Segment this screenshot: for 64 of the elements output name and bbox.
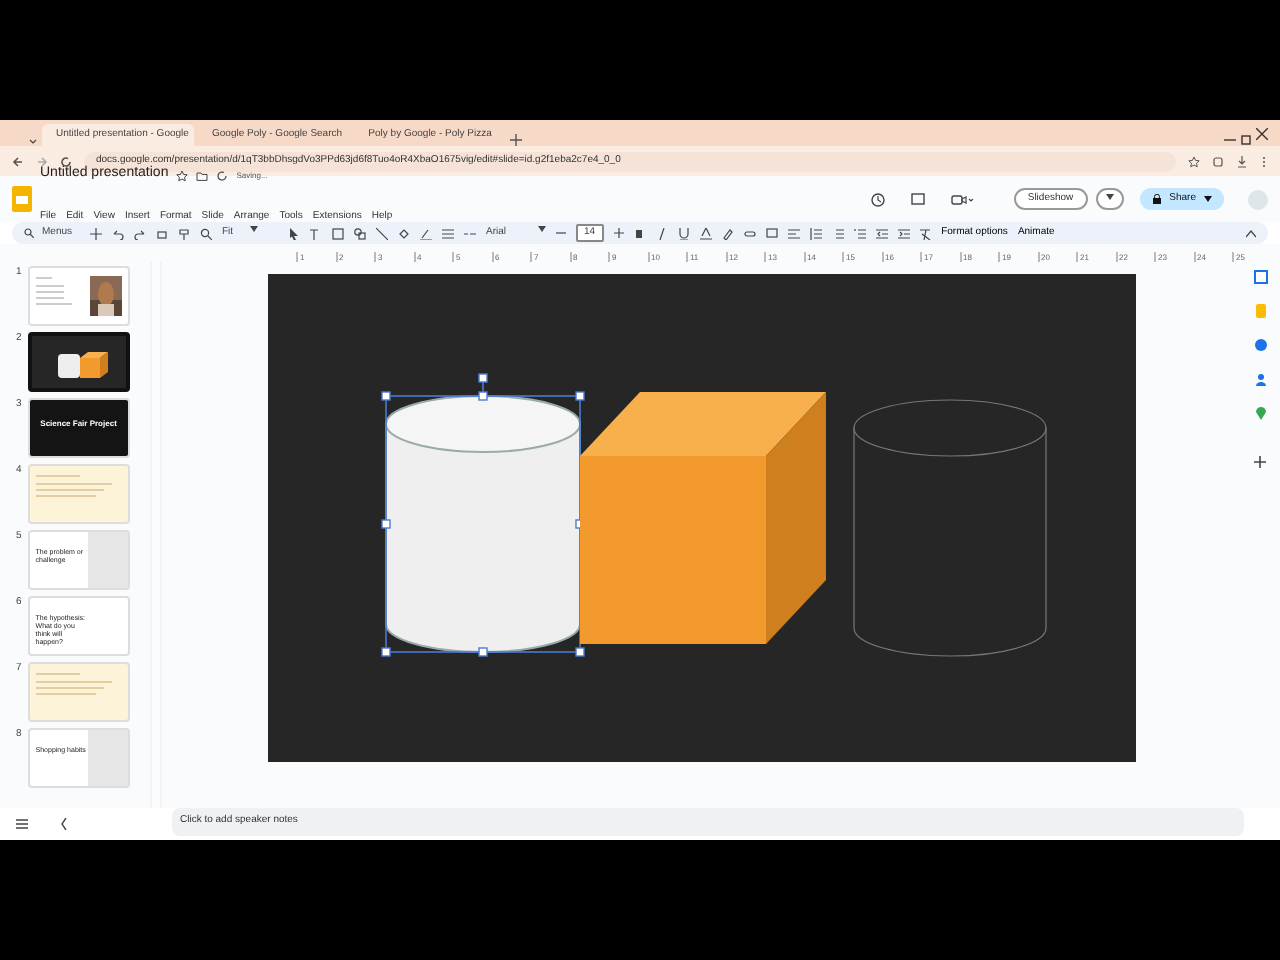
contacts-icon[interactable] — [1253, 372, 1267, 386]
print-icon[interactable] — [156, 227, 168, 239]
add-icon[interactable] — [1254, 456, 1266, 468]
calendar-icon[interactable] — [1253, 270, 1267, 284]
slide-canvas[interactable] — [267, 274, 1135, 762]
download-icon[interactable] — [1236, 155, 1248, 167]
new-tab-icon[interactable] — [510, 134, 522, 146]
reload-icon[interactable] — [60, 155, 72, 167]
star-icon[interactable] — [176, 169, 189, 181]
folder-icon[interactable] — [196, 169, 209, 181]
undo-icon[interactable] — [112, 227, 124, 239]
comment-icon[interactable] — [765, 227, 778, 239]
new-slide-icon[interactable] — [90, 227, 102, 239]
lock-icon — [1151, 194, 1162, 204]
clear-formatting-icon[interactable] — [919, 227, 932, 239]
grid-view-icon[interactable] — [16, 818, 28, 830]
text-lines-drawing — [35, 670, 116, 698]
increase-size-icon[interactable] — [613, 228, 624, 238]
italic-icon[interactable] — [655, 227, 668, 239]
text-color-icon[interactable] — [699, 227, 712, 239]
text-box-icon[interactable] — [310, 227, 322, 239]
maps-icon[interactable] — [1253, 406, 1267, 420]
bold-icon[interactable] — [633, 227, 646, 239]
cursor-icon[interactable] — [288, 227, 300, 239]
image-placeholder — [87, 730, 128, 786]
star-icon[interactable] — [1188, 155, 1200, 167]
caret-icon — [1204, 196, 1212, 202]
collapse-icon[interactable] — [1246, 229, 1256, 237]
fill-color-icon[interactable] — [398, 227, 410, 239]
paint-format-icon[interactable] — [178, 227, 190, 239]
video-call-icon[interactable] — [949, 191, 974, 207]
image-placeholder — [87, 532, 128, 588]
decrease-size-icon[interactable] — [556, 228, 567, 238]
redo-icon[interactable] — [134, 227, 146, 239]
line-icon[interactable] — [376, 227, 388, 239]
sync-icon — [216, 169, 229, 181]
numbered-list-icon[interactable] — [853, 227, 866, 239]
minimize-icon[interactable] — [1224, 134, 1236, 146]
underline-icon[interactable] — [677, 227, 690, 239]
search-icon — [24, 228, 34, 238]
text-lines-drawing — [35, 472, 116, 500]
link-icon[interactable] — [743, 227, 756, 239]
comments-icon[interactable] — [909, 191, 926, 207]
collapse-icon[interactable] — [60, 818, 68, 830]
highlight-icon[interactable] — [721, 227, 734, 239]
indent-less-icon[interactable] — [875, 227, 888, 239]
image-icon[interactable] — [332, 227, 344, 239]
shape-icon[interactable] — [354, 227, 366, 239]
maximize-icon[interactable] — [1240, 134, 1252, 146]
zoom-icon[interactable] — [200, 227, 212, 239]
line-spacing-icon[interactable] — [809, 227, 822, 239]
indent-more-icon[interactable] — [897, 227, 910, 239]
history-icon[interactable] — [869, 191, 886, 207]
tasks-icon[interactable] — [1253, 338, 1267, 352]
caret-icon — [1105, 193, 1114, 200]
slideshow-dropdown[interactable] — [1095, 187, 1124, 211]
back-icon[interactable] — [12, 155, 24, 167]
tab-list-icon[interactable] — [28, 136, 38, 146]
cube-shape[interactable] — [579, 392, 825, 644]
shapes-drawing — [53, 350, 114, 378]
border-color-icon[interactable] — [420, 227, 432, 239]
close-icon[interactable] — [1256, 128, 1268, 140]
slide-thumbnail[interactable] — [27, 332, 130, 392]
extensions-icon[interactable] — [1212, 155, 1224, 167]
